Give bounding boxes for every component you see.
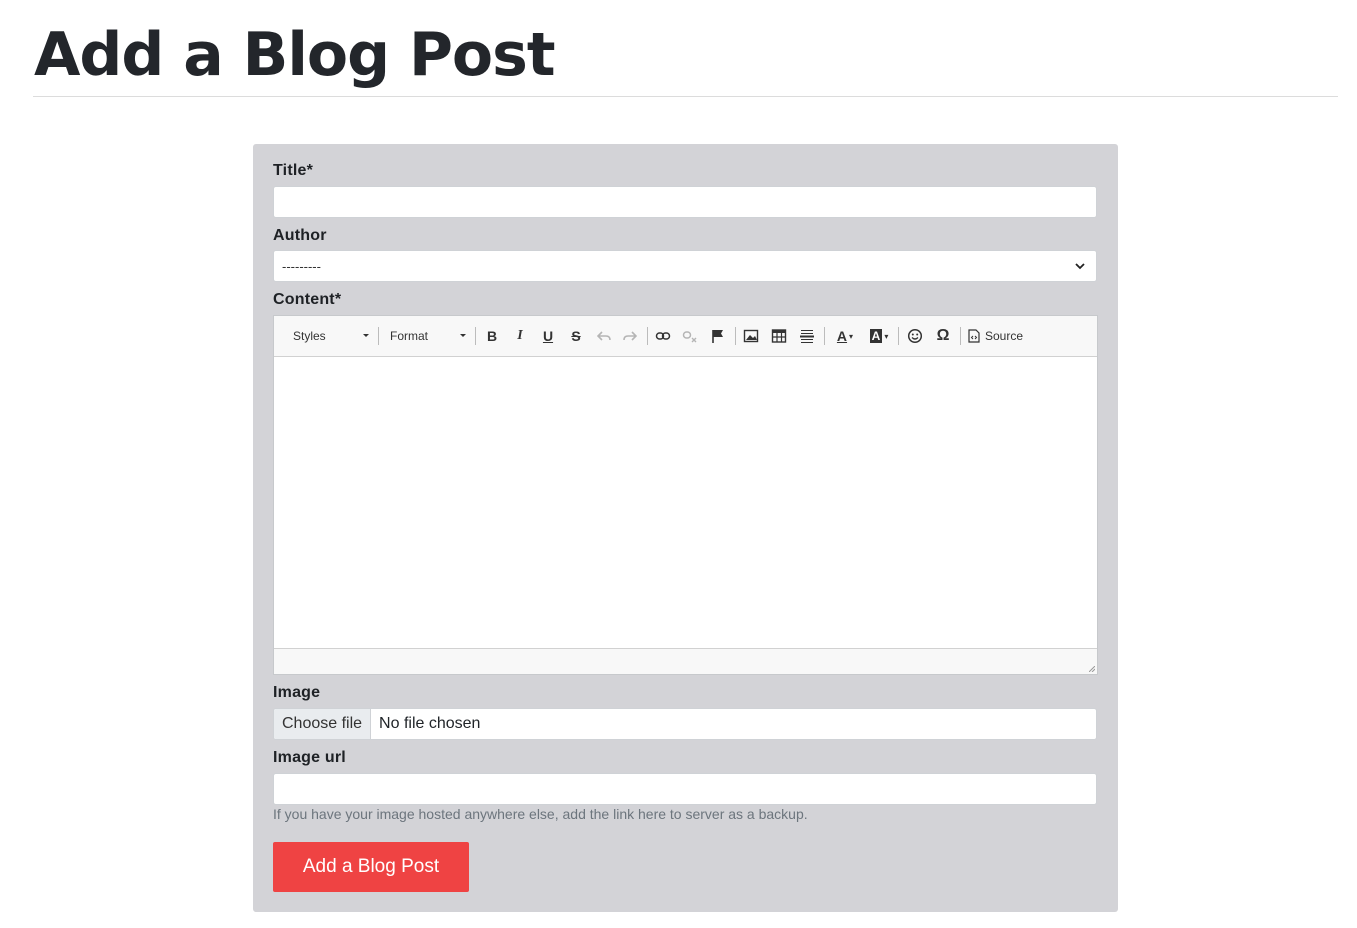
special-char-omega-icon[interactable]: Ω: [932, 325, 954, 347]
submit-button[interactable]: Add a Blog Post: [273, 842, 469, 892]
caret-down-icon: [460, 334, 466, 337]
text-color-icon[interactable]: A ▾: [830, 325, 860, 347]
format-label: Format: [390, 329, 429, 343]
redo-icon[interactable]: [619, 325, 641, 347]
table-icon[interactable]: [768, 325, 790, 347]
editor-content-area[interactable]: [274, 357, 1097, 649]
smiley-icon[interactable]: [904, 325, 926, 347]
blog-post-form: Title* Author --------- Content* Styles …: [253, 144, 1118, 912]
chevron-down-icon: [1075, 263, 1085, 270]
source-icon: [968, 329, 980, 343]
toolbar-separator: [647, 327, 648, 345]
unlink-icon[interactable]: [679, 325, 701, 347]
image-file-input[interactable]: Choose file No file chosen: [273, 708, 1097, 740]
toolbar-separator: [824, 327, 825, 345]
strikethrough-icon[interactable]: S: [565, 325, 587, 347]
toolbar-separator: [475, 327, 476, 345]
page-title: Add a Blog Post: [34, 20, 556, 90]
toolbar-separator: [378, 327, 379, 345]
toolbar-separator: [735, 327, 736, 345]
image-label: Image: [273, 684, 321, 701]
file-status-text: No file chosen: [379, 715, 481, 732]
title-label: Title*: [273, 162, 314, 179]
choose-file-button[interactable]: Choose file: [274, 709, 372, 739]
rich-text-editor: Styles Format B I U S A ▾ A ▾ Ω Source: [273, 315, 1098, 675]
source-button[interactable]: Source: [968, 325, 1023, 347]
styles-label: Styles: [293, 329, 326, 343]
styles-dropdown[interactable]: Styles: [293, 327, 369, 345]
editor-status-bar: [274, 648, 1097, 674]
anchor-flag-icon[interactable]: [707, 325, 729, 347]
image-url-label: Image url: [273, 749, 346, 766]
image-url-input[interactable]: [273, 773, 1097, 805]
author-selected-value: ---------: [282, 258, 321, 274]
horizontal-line-icon[interactable]: [796, 325, 818, 347]
italic-icon[interactable]: I: [509, 325, 531, 347]
image-url-help-text: If you have your image hosted anywhere e…: [273, 806, 808, 822]
source-label: Source: [985, 329, 1024, 343]
image-icon[interactable]: [740, 325, 762, 347]
author-select[interactable]: ---------: [273, 250, 1097, 282]
resize-handle-icon[interactable]: [1089, 666, 1095, 672]
author-label: Author: [273, 227, 327, 244]
bold-icon[interactable]: B: [481, 325, 503, 347]
link-icon[interactable]: [652, 325, 674, 347]
underline-icon[interactable]: U: [537, 325, 559, 347]
caret-down-icon: [363, 334, 369, 337]
content-label: Content*: [273, 291, 342, 308]
title-divider: [33, 96, 1338, 97]
background-color-icon[interactable]: A ▾: [864, 325, 894, 347]
toolbar-separator: [898, 327, 899, 345]
editor-toolbar: Styles Format B I U S A ▾ A ▾ Ω Source: [274, 316, 1097, 357]
toolbar-separator: [960, 327, 961, 345]
undo-icon[interactable]: [593, 325, 615, 347]
title-input[interactable]: [273, 186, 1097, 218]
format-dropdown[interactable]: Format: [390, 327, 466, 345]
